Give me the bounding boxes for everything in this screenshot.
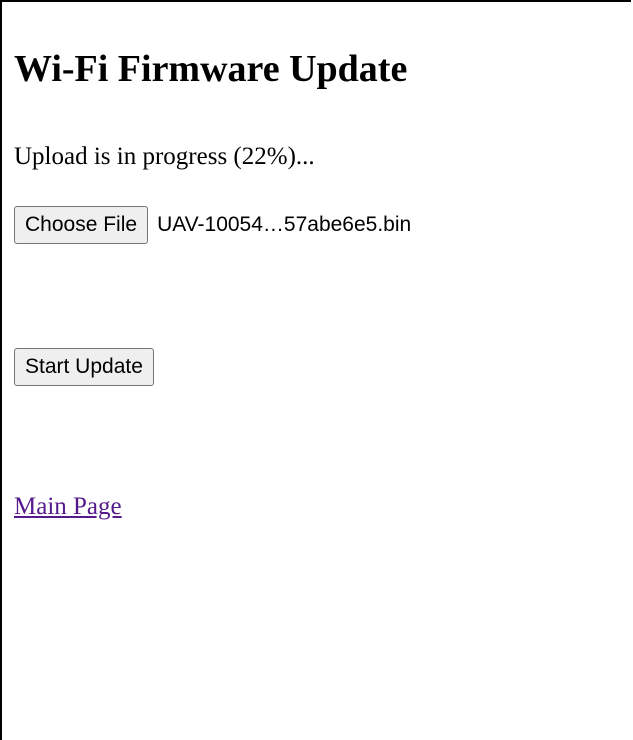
upload-status-text: Upload is in progress (22%)...: [14, 143, 315, 170]
main-page-link[interactable]: Main Page: [14, 491, 122, 523]
page-title: Wi-Fi Firmware Update: [14, 48, 408, 90]
choose-file-button[interactable]: Choose File: [14, 206, 149, 244]
file-input: Choose File UAV-10054…57abe6e5.bin: [14, 206, 411, 244]
selected-file-name: UAV-10054…57abe6e5.bin: [157, 213, 412, 236]
start-update-button[interactable]: Start Update: [14, 348, 154, 386]
